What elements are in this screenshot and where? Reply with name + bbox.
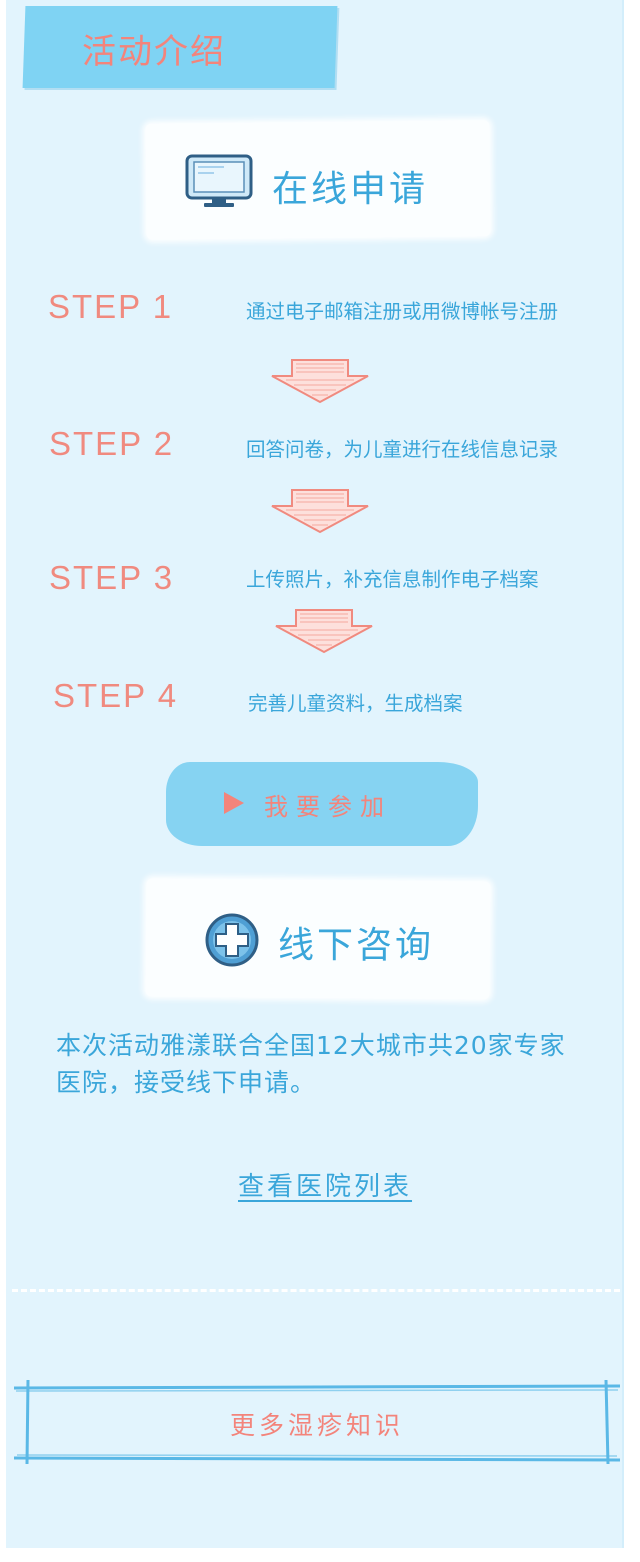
- more-eczema-label: 更多湿疹知识: [229, 1411, 404, 1440]
- step-1-label: STEP 1: [48, 288, 174, 325]
- step-4-text: 完善儿童资料，生成档案: [248, 692, 463, 715]
- join-button[interactable]: 我要参加: [166, 762, 478, 846]
- hospital-list-link[interactable]: 查看医院列表: [238, 1166, 412, 1203]
- join-button-label: 我要参加: [264, 793, 392, 821]
- step-3-label: STEP 3: [49, 559, 175, 596]
- offline-section-title: 线下咨询: [278, 925, 435, 966]
- step-2-text: 回答问卷，为儿童进行在线信息记录: [246, 438, 559, 461]
- down-arrow-icon: [275, 609, 373, 654]
- play-icon: [224, 792, 244, 814]
- page-title: 活动介绍: [82, 32, 226, 72]
- step-1-text: 通过电子邮箱注册或用微博帐号注册: [246, 300, 559, 323]
- online-section-title: 在线申请: [272, 169, 429, 210]
- dashed-divider: [12, 1289, 620, 1292]
- step-3-text: 上传照片，补充信息制作电子档案: [246, 568, 539, 591]
- down-arrow-icon: [271, 489, 369, 534]
- step-2-label: STEP 2: [49, 425, 175, 462]
- medical-cross-icon: [205, 913, 259, 967]
- step-4-label: STEP 4: [53, 677, 179, 714]
- down-arrow-icon: [271, 359, 369, 404]
- more-eczema-button[interactable]: 更多湿疹知识: [14, 1380, 620, 1464]
- offline-description: 本次活动雅漾联合全国12大城市共20家专家医院，接受线下申请。: [56, 1031, 566, 1097]
- monitor-icon: [185, 154, 253, 207]
